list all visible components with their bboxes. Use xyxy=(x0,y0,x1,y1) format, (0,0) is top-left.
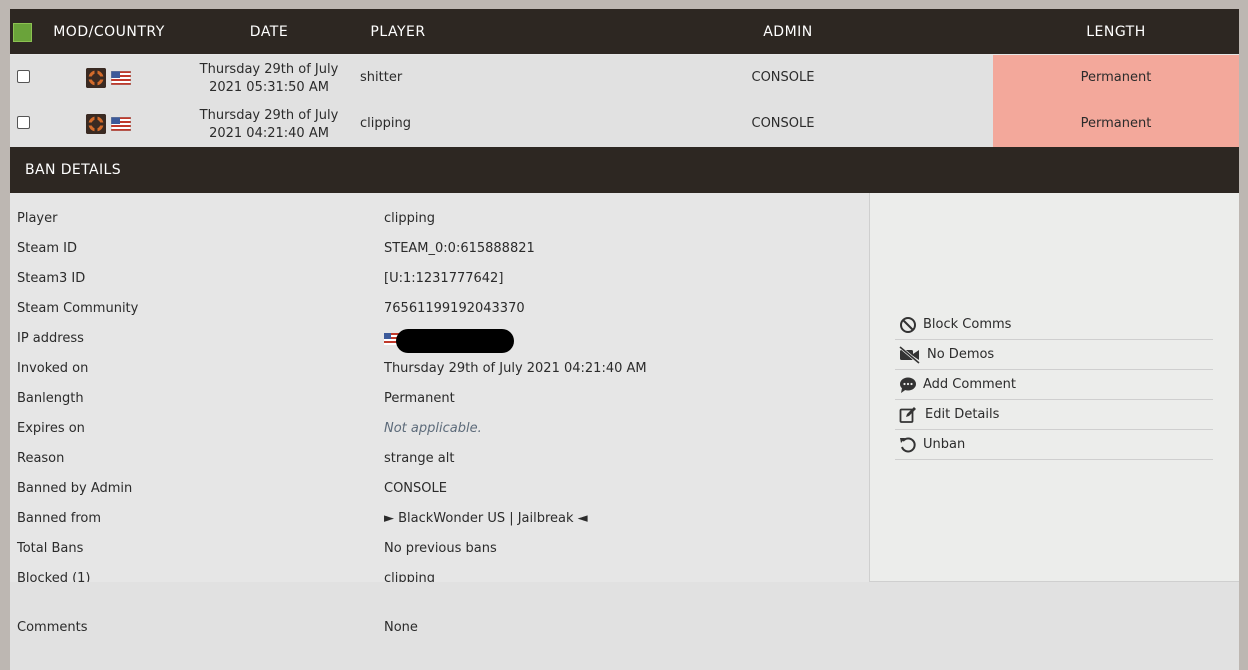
detail-value: Not applicable. xyxy=(384,421,482,436)
ban-length: Permanent xyxy=(993,101,1239,147)
detail-value: STEAM_0:0:615888821 xyxy=(384,241,535,256)
table-row[interactable]: Thursday 29th of July 2021 05:31:50 AM s… xyxy=(10,55,1239,101)
detail-row-expires-on: Expires on Not applicable. xyxy=(10,413,868,443)
comments-label: Comments xyxy=(17,620,88,635)
ban-date: Thursday 29th of July 2021 04:21:40 AM xyxy=(199,108,339,141)
detail-row-banned-by-admin: Banned by Admin CONSOLE xyxy=(10,473,868,503)
detail-label: Expires on xyxy=(17,421,85,436)
detail-value: No previous bans xyxy=(384,541,497,556)
select-all-checkbox[interactable] xyxy=(13,23,32,42)
tf2-game-icon xyxy=(86,114,106,134)
detail-value: Thursday 29th of July 2021 04:21:40 AM xyxy=(384,361,647,376)
detail-value: strange alt xyxy=(384,451,455,466)
detail-label: Banned from xyxy=(17,511,101,526)
detail-row-player: Player clipping xyxy=(10,203,868,233)
video-slash-icon xyxy=(899,345,920,365)
header-admin[interactable]: ADMIN xyxy=(740,9,836,54)
us-flag-icon xyxy=(110,116,132,132)
detail-label: Invoked on xyxy=(17,361,89,376)
detail-value: CONSOLE xyxy=(384,481,447,496)
player-name: clipping xyxy=(360,116,411,131)
detail-row-ip-address: IP address xyxy=(10,323,868,353)
detail-value: [U:1:1231777642] xyxy=(384,271,504,286)
header-date[interactable]: DATE xyxy=(210,9,328,54)
edit-icon xyxy=(899,406,917,424)
detail-row-reason: Reason strange alt xyxy=(10,443,868,473)
redaction-mark xyxy=(396,329,514,353)
detail-row-invoked-on: Invoked on Thursday 29th of July 2021 04… xyxy=(10,353,868,383)
detail-label: Steam ID xyxy=(17,241,77,256)
detail-label: Banlength xyxy=(17,391,84,406)
us-flag-icon xyxy=(110,70,132,86)
comments-value: None xyxy=(384,620,418,635)
undo-icon xyxy=(899,436,917,454)
detail-label: Steam3 ID xyxy=(17,271,86,286)
detail-label: Banned by Admin xyxy=(17,481,133,496)
header-mod-country[interactable]: MOD/COUNTRY xyxy=(43,9,175,54)
detail-row-banlength: Banlength Permanent xyxy=(10,383,868,413)
header-player[interactable]: PLAYER xyxy=(360,9,436,54)
table-header: MOD/COUNTRY DATE PLAYER ADMIN LENGTH xyxy=(10,9,1239,54)
ban-length: Permanent xyxy=(993,55,1239,101)
admin-name: CONSOLE xyxy=(751,116,815,131)
table-row[interactable]: Thursday 29th of July 2021 04:21:40 AM c… xyxy=(10,101,1239,147)
row-checkbox[interactable] xyxy=(17,116,30,129)
ban-date: Thursday 29th of July 2021 05:31:50 AM xyxy=(199,62,339,95)
detail-row-total-bans: Total Bans No previous bans xyxy=(10,533,868,563)
ban-actions-panel: Block Comms No Demos Add Comment Edit De… xyxy=(869,193,1239,582)
detail-value: clipping xyxy=(384,211,435,226)
detail-value: Permanent xyxy=(384,391,455,406)
detail-value: ► BlackWonder US | Jailbreak ◄ xyxy=(384,511,588,526)
detail-row-steam-id: Steam ID STEAM_0:0:615888821 xyxy=(10,233,868,263)
ban-details-title: BAN DETAILS xyxy=(25,162,121,178)
admin-name: CONSOLE xyxy=(751,70,815,85)
steam-community-link[interactable]: 76561199192043370 xyxy=(384,301,525,316)
detail-label: IP address xyxy=(17,331,84,346)
row-checkbox[interactable] xyxy=(17,70,30,83)
ban-icon xyxy=(899,316,917,334)
detail-label: Steam Community xyxy=(17,301,139,316)
tf2-game-icon xyxy=(86,68,106,88)
add-comment-button[interactable]: Add Comment xyxy=(895,370,1213,400)
detail-row-steam-community: Steam Community 76561199192043370 xyxy=(10,293,868,323)
bans-frame: MOD/COUNTRY DATE PLAYER ADMIN LENGTH Thu… xyxy=(10,9,1239,670)
detail-label: Reason xyxy=(17,451,65,466)
ban-details-header: BAN DETAILS xyxy=(10,147,1239,193)
no-demos-button[interactable]: No Demos xyxy=(895,340,1213,370)
detail-row-banned-from: Banned from ► BlackWonder US | Jailbreak… xyxy=(10,503,868,533)
detail-label: Total Bans xyxy=(17,541,84,556)
comment-icon xyxy=(899,376,917,394)
detail-row-steam3-id: Steam3 ID [U:1:1231777642] xyxy=(10,263,868,293)
header-length[interactable]: LENGTH xyxy=(1050,9,1182,54)
player-name: shitter xyxy=(360,70,403,85)
unban-button[interactable]: Unban xyxy=(895,430,1213,460)
detail-label: Player xyxy=(17,211,58,226)
comments-section: Comments None xyxy=(10,582,1239,670)
edit-details-button[interactable]: Edit Details xyxy=(895,400,1213,430)
block-comms-button[interactable]: Block Comms xyxy=(895,310,1213,340)
